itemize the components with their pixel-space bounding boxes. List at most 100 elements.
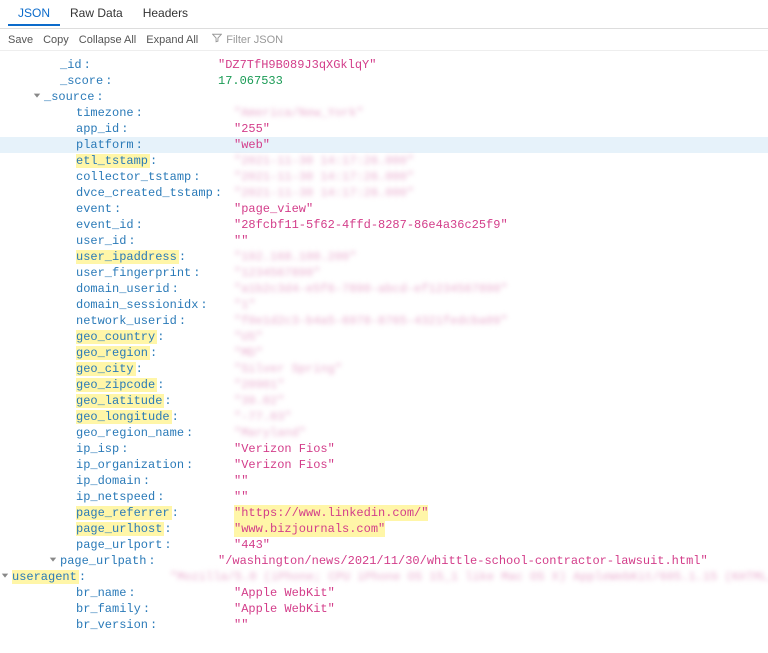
json-key: _source [44, 90, 96, 104]
json-value: "US" [234, 329, 263, 345]
json-value: "MD" [234, 345, 263, 361]
collapse-toggle-icon[interactable] [0, 571, 10, 581]
json-value: "f0e1d2c3-b4a5-6978-8765-4321fedcba09" [234, 313, 508, 329]
json-row[interactable]: geo_latitude:"39.02" [0, 393, 768, 409]
json-row[interactable]: page_urlhost:"www.bizjournals.com" [0, 521, 768, 537]
collapse-toggle-icon[interactable] [32, 91, 42, 101]
json-key: etl_tstamp [76, 154, 150, 168]
json-key: page_urlpath [60, 554, 148, 568]
json-value: "192.168.100.200" [234, 249, 356, 265]
json-row[interactable]: event_id:"28fcbf11-5f62-4ffd-8287-86e4a3… [0, 217, 768, 233]
json-row[interactable]: event:"page_view" [0, 201, 768, 217]
json-row[interactable]: geo_country:"US" [0, 329, 768, 345]
json-row[interactable]: app_id:"255" [0, 121, 768, 137]
json-row[interactable]: collector_tstamp:"2021-11-30 14:17:26.00… [0, 169, 768, 185]
json-value: "web" [234, 137, 270, 153]
json-key: _id [60, 58, 84, 72]
filter-json[interactable]: Filter JSON [212, 33, 283, 46]
json-row[interactable]: user_id:"" [0, 233, 768, 249]
json-value: "Verizon Fios" [234, 441, 335, 457]
json-key: user_id [76, 234, 128, 248]
json-row[interactable]: br_version:"" [0, 617, 768, 633]
json-key: geo_longitude [76, 410, 172, 424]
json-row[interactable]: useragent:"Mozilla/5.0 (iPhone; CPU iPho… [0, 569, 768, 585]
filter-icon [212, 33, 222, 46]
json-row[interactable]: geo_longitude:"-77.03" [0, 409, 768, 425]
json-key: page_referrer [76, 506, 172, 520]
json-key: dvce_created_tstamp [76, 186, 215, 200]
json-key: timezone [76, 106, 136, 120]
json-value: "2021-11-30 14:17:26.000" [234, 153, 414, 169]
save-button[interactable]: Save [8, 34, 33, 46]
json-value: "Mozilla/5.0 (iPhone; CPU iPhone OS 15_1… [170, 569, 768, 585]
json-key: ip_domain [76, 474, 143, 488]
json-row[interactable]: br_name:"Apple WebKit" [0, 585, 768, 601]
copy-button[interactable]: Copy [43, 34, 69, 46]
json-row[interactable]: geo_city:"Silver Spring" [0, 361, 768, 377]
json-key: ip_isp [76, 442, 121, 456]
json-value: "2021-11-30 14:17:26.000" [234, 169, 414, 185]
json-row[interactable]: timezone:"America/New_York" [0, 105, 768, 121]
json-key: geo_region_name [76, 426, 186, 440]
json-row[interactable]: domain_userid:"a1b2c3d4-e5f6-7890-abcd-e… [0, 281, 768, 297]
json-value: "Apple WebKit" [234, 601, 335, 617]
json-value: 17.067533 [218, 73, 283, 89]
json-key: ip_netspeed [76, 490, 157, 504]
json-value: "443" [234, 537, 270, 553]
json-key: geo_city [76, 362, 136, 376]
json-key: user_ipaddress [76, 250, 179, 264]
json-row[interactable]: user_ipaddress:"192.168.100.200" [0, 249, 768, 265]
json-row[interactable]: geo_zipcode:"20901" [0, 377, 768, 393]
collapse-toggle-icon[interactable] [48, 555, 58, 565]
json-value: "America/New_York" [234, 105, 364, 121]
json-value: "/washington/news/2021/11/30/whittle-sch… [218, 553, 708, 569]
json-row[interactable]: network_userid:"f0e1d2c3-b4a5-6978-8765-… [0, 313, 768, 329]
json-row[interactable]: domain_sessionidx:"1" [0, 297, 768, 313]
json-key: domain_sessionidx [76, 298, 200, 312]
collapse-all-button[interactable]: Collapse All [79, 34, 136, 46]
json-key: page_urlhost [76, 522, 164, 536]
json-row[interactable]: page_urlport:"443" [0, 537, 768, 553]
json-key: domain_userid [76, 282, 172, 296]
json-value: "page_view" [234, 201, 313, 217]
json-key: _score [60, 74, 105, 88]
json-row[interactable]: geo_region:"MD" [0, 345, 768, 361]
json-key: event [76, 202, 114, 216]
json-row[interactable]: ip_domain:"" [0, 473, 768, 489]
tab-headers[interactable]: Headers [133, 2, 198, 26]
json-key: event_id [76, 218, 136, 232]
json-row[interactable]: ip_netspeed:"" [0, 489, 768, 505]
json-tree: _id:"DZ7TfH9B089J3qXGklqY"_score:17.0675… [0, 51, 768, 653]
json-key: app_id [76, 122, 121, 136]
tab-raw-data[interactable]: Raw Data [60, 2, 133, 26]
json-value: "1" [234, 297, 256, 313]
json-row[interactable]: platform:"web" [0, 137, 768, 153]
json-key: page_urlport [76, 538, 164, 552]
tab-json[interactable]: JSON [8, 2, 60, 26]
json-key: br_name [76, 586, 128, 600]
json-value: "Apple WebKit" [234, 585, 335, 601]
json-value: "20901" [234, 377, 284, 393]
json-row[interactable]: ip_isp:"Verizon Fios" [0, 441, 768, 457]
json-row[interactable]: _source: [0, 89, 768, 105]
expand-all-button[interactable]: Expand All [146, 34, 198, 46]
json-value: "Maryland" [234, 425, 306, 441]
json-key: useragent [12, 570, 79, 584]
json-value: "a1b2c3d4-e5f6-7890-abcd-ef1234567890" [234, 281, 508, 297]
json-value: "" [234, 617, 248, 633]
json-row[interactable]: user_fingerprint:"1234567890" [0, 265, 768, 281]
json-row[interactable]: ip_organization:"Verizon Fios" [0, 457, 768, 473]
json-key: geo_country [76, 330, 157, 344]
json-row[interactable]: page_referrer:"https://www.linkedin.com/… [0, 505, 768, 521]
json-value: "255" [234, 121, 270, 137]
json-row[interactable]: br_family:"Apple WebKit" [0, 601, 768, 617]
json-row[interactable]: etl_tstamp:"2021-11-30 14:17:26.000" [0, 153, 768, 169]
json-row[interactable]: _id:"DZ7TfH9B089J3qXGklqY" [0, 57, 768, 73]
tab-bar: JSON Raw Data Headers [0, 0, 768, 29]
json-row[interactable]: dvce_created_tstamp:"2021-11-30 14:17:26… [0, 185, 768, 201]
json-value: "" [234, 489, 248, 505]
json-value: "2021-11-30 14:17:26.000" [234, 185, 414, 201]
json-row[interactable]: _score:17.067533 [0, 73, 768, 89]
json-row[interactable]: geo_region_name:"Maryland" [0, 425, 768, 441]
json-row[interactable]: page_urlpath:"/washington/news/2021/11/3… [0, 553, 768, 569]
